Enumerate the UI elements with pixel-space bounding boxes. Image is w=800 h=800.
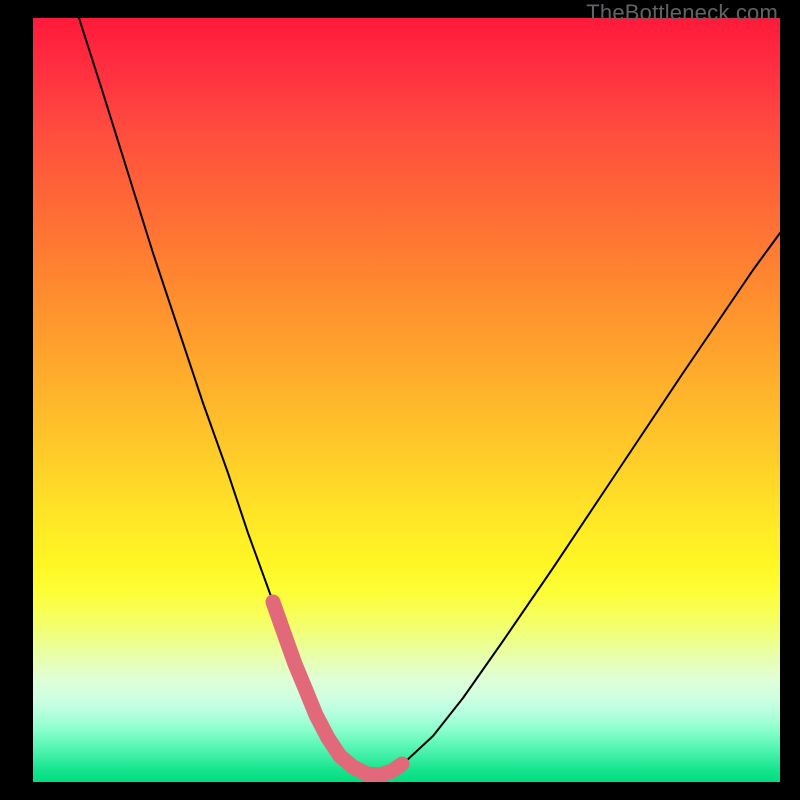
highlight-segment (273, 602, 402, 775)
chart-frame: TheBottleneck.com (0, 0, 800, 800)
watermark-text: TheBottleneck.com (586, 0, 778, 26)
plot-area (33, 18, 780, 782)
bottleneck-curve (79, 18, 780, 775)
curve-layer (33, 18, 780, 782)
